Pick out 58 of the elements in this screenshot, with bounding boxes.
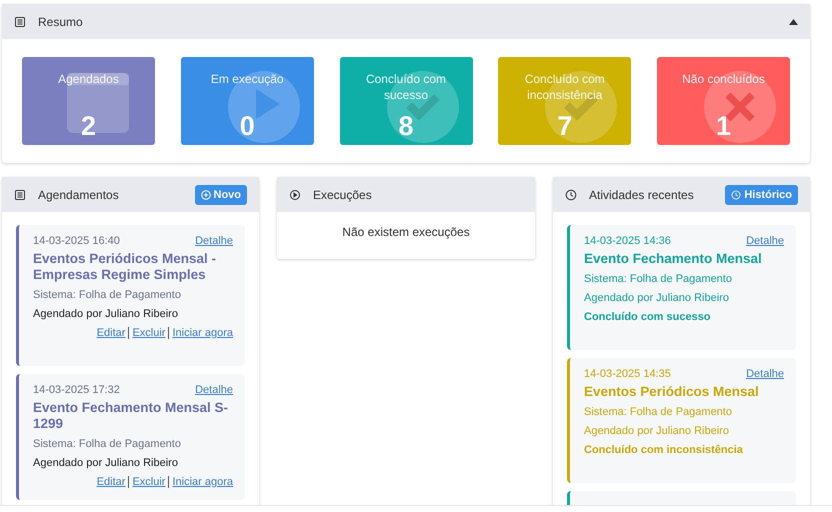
- clock-icon: [565, 188, 577, 200]
- panel-title: Execuções: [313, 188, 373, 202]
- card-count: 1: [716, 111, 732, 142]
- status-card[interactable]: Concluído com inconsistência 7: [498, 57, 632, 145]
- status-card[interactable]: Em execução 0: [180, 57, 314, 145]
- action-link[interactable]: Editar: [96, 327, 126, 339]
- scheduled-by: Agendado por Juliano Ribeiro: [584, 291, 730, 306]
- detail-link[interactable]: Detalhe: [195, 384, 233, 396]
- activity-datetime: 14-03-2025 14:35: [584, 368, 671, 380]
- card-count: 8: [398, 111, 414, 142]
- card-label: Concluído com sucesso: [364, 71, 448, 103]
- schedule-datetime: 14-03-2025 17:32: [33, 384, 120, 396]
- schedule-datetime: 14-03-2025 16:40: [33, 235, 120, 247]
- activity-name: Evento Fechamento Mensal: [584, 251, 763, 267]
- panel-title: Atividades recentes: [589, 188, 695, 202]
- panel-title: Resumo: [38, 14, 84, 28]
- activity-status: Concluído com sucesso: [584, 310, 712, 325]
- list-icon: [14, 16, 26, 28]
- activity-system: Sistema: Folha de Pagamento: [584, 405, 733, 420]
- card-label: Não concluídos: [681, 71, 766, 87]
- plus-circle-icon: [200, 190, 210, 200]
- scheduled-by: Agendado por Juliano Ribeiro: [33, 307, 179, 322]
- card-count: 7: [557, 111, 572, 142]
- card-count: 0: [240, 111, 255, 142]
- collapse-caret-icon[interactable]: [789, 18, 798, 24]
- detail-link[interactable]: Detalhe: [746, 368, 784, 380]
- cross-icon: [702, 69, 778, 145]
- schedule-system: Sistema: Folha de Pagamento: [33, 288, 182, 303]
- activity-datetime: 14-03-2025 14:36: [584, 235, 671, 247]
- schedule-system: Sistema: Folha de Pagamento: [33, 437, 182, 452]
- scheduled-by: Agendado por Juliano Ribeiro: [33, 456, 179, 471]
- action-link[interactable]: Excluir: [128, 327, 166, 339]
- status-card[interactable]: Concluído com sucesso 8: [340, 57, 472, 145]
- play-icon: [289, 188, 301, 200]
- action-link[interactable]: Editar: [96, 476, 126, 488]
- empty-message: Não existem execuções: [341, 224, 471, 241]
- activity-system: Sistema: Folha de Pagamento: [584, 272, 733, 287]
- card-label: Concluído com inconsistência: [524, 71, 606, 103]
- action-link[interactable]: Iniciar agora: [168, 327, 233, 339]
- action-link[interactable]: Excluir: [128, 476, 166, 488]
- status-card[interactable]: Não concluídos 1: [657, 57, 790, 145]
- detail-link[interactable]: Detalhe: [195, 235, 233, 247]
- card-count: 2: [80, 111, 96, 142]
- action-link[interactable]: Iniciar agora: [168, 476, 233, 488]
- history-button[interactable]: Histórico: [725, 184, 798, 204]
- detail-link[interactable]: Detalhe: [746, 235, 784, 247]
- status-card[interactable]: Agendados 2: [22, 57, 155, 145]
- new-button[interactable]: Novo: [194, 184, 247, 204]
- schedule-name: Evento Fechamento Mensal S-1299: [33, 400, 230, 432]
- clock-icon: [731, 190, 742, 200]
- card-label: Em execução: [210, 71, 285, 87]
- list-icon: [14, 188, 26, 200]
- panel-title: Agendamentos: [38, 188, 120, 202]
- schedule-name: Eventos Periódicos Mensal - Empresas Regime Simples: [33, 251, 218, 283]
- activity-status: Concluído com inconsistência: [584, 443, 744, 458]
- activity-name: Eventos Periódicos Mensal: [584, 384, 760, 400]
- scheduled-by: Agendado por Juliano Ribeiro: [584, 424, 730, 439]
- card-label: Agendados: [57, 71, 120, 87]
